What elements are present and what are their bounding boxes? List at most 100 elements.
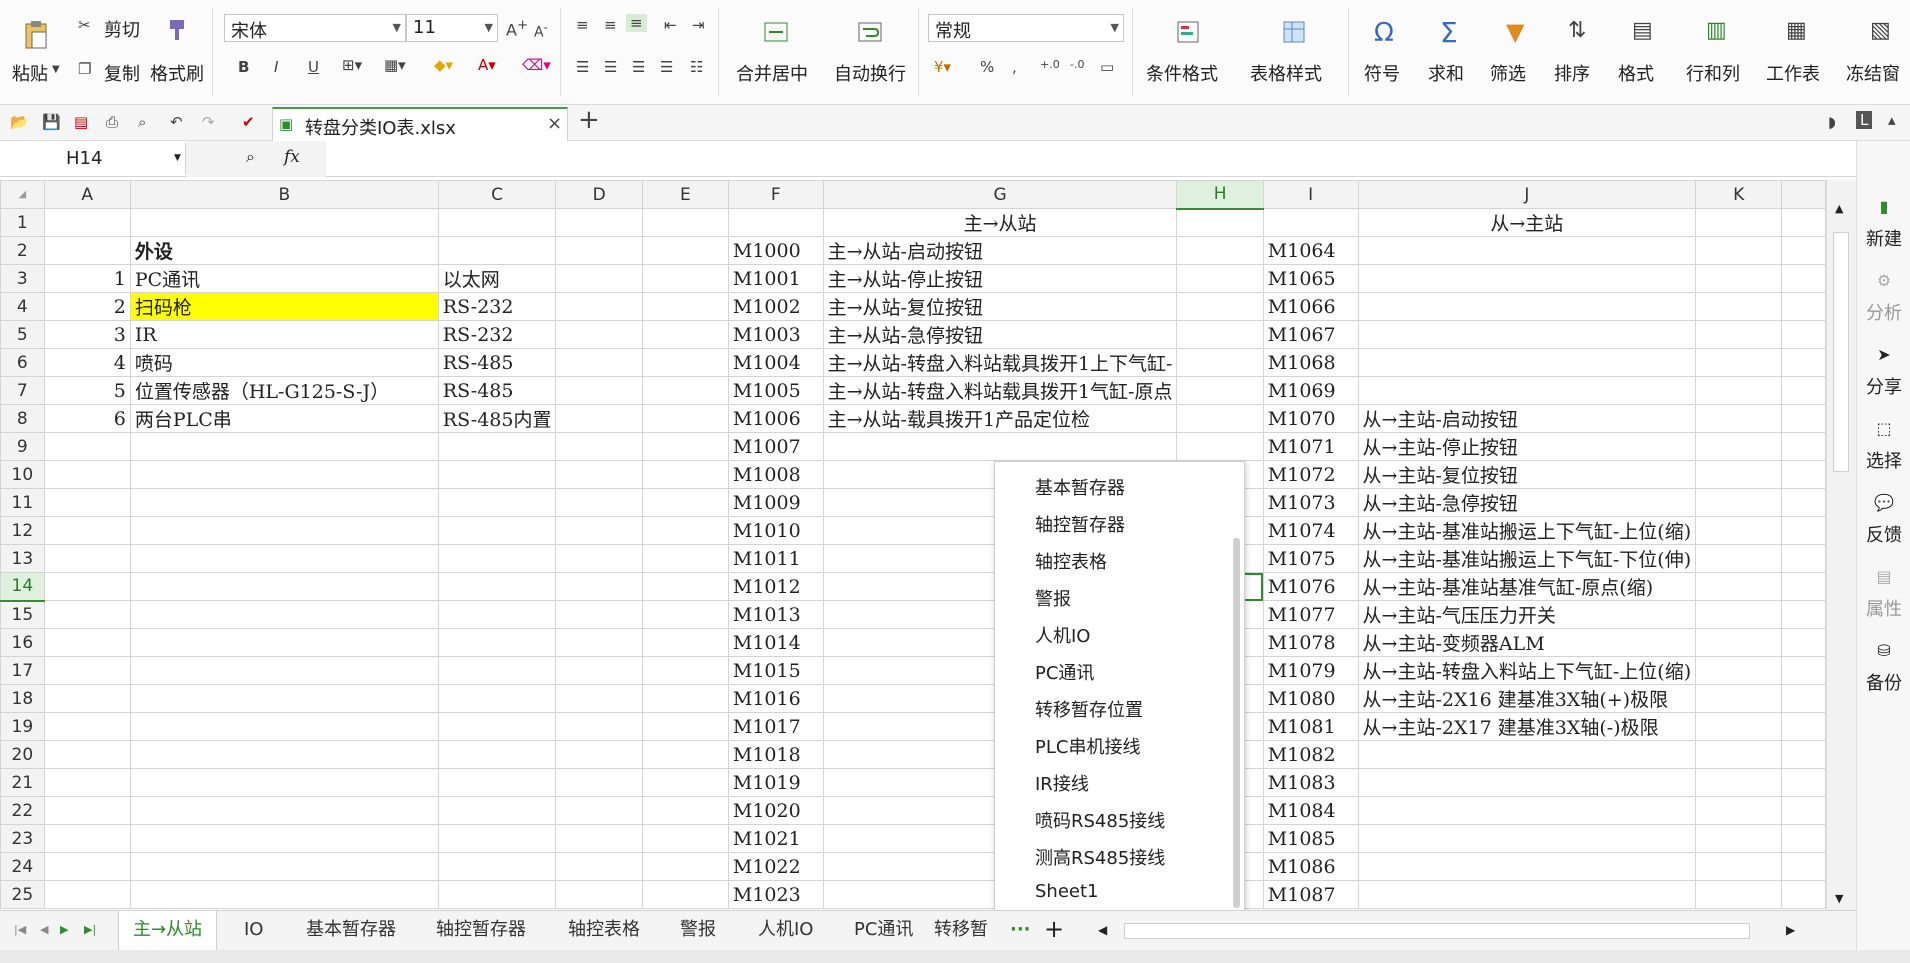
cell-i[interactable]: M1081 xyxy=(1262,712,1359,741)
hscroll-right-icon[interactable]: ▶ xyxy=(1786,923,1795,937)
conditional-format-button[interactable]: 条件格式 xyxy=(1146,60,1218,86)
column-header[interactable]: H xyxy=(1176,180,1264,210)
cell-d[interactable] xyxy=(555,460,643,489)
rows-cols-button[interactable]: 行和列 xyxy=(1686,60,1740,86)
cell-e[interactable] xyxy=(641,544,729,573)
cell-e[interactable] xyxy=(641,880,729,909)
select-icon[interactable]: ⬚ xyxy=(1857,419,1910,438)
cell-i[interactable]: M1077 xyxy=(1262,600,1359,629)
cell-i[interactable]: M1075 xyxy=(1262,544,1359,573)
freeze-button[interactable]: 冻结窗 xyxy=(1846,60,1900,86)
customize-icon[interactable]: ✔ xyxy=(242,113,255,131)
cell-c[interactable] xyxy=(437,712,557,741)
cell-e[interactable] xyxy=(641,376,729,405)
cell-i[interactable]: M1074 xyxy=(1262,516,1359,545)
cell-c[interactable] xyxy=(437,460,557,489)
feedback-label[interactable]: 反馈 xyxy=(1857,521,1910,547)
cell-i[interactable]: M1072 xyxy=(1262,460,1359,489)
cell-d[interactable] xyxy=(555,376,643,405)
cell-e[interactable] xyxy=(641,264,729,293)
row-header[interactable]: 2 xyxy=(0,236,45,265)
properties-label[interactable]: 属性 xyxy=(1857,595,1910,621)
cell-d[interactable] xyxy=(555,348,643,377)
vertical-scrollbar[interactable]: ▲ ▼ xyxy=(1826,180,1856,910)
column-header[interactable]: A xyxy=(43,180,131,209)
cell-j[interactable]: 从→主站-急停按钮 xyxy=(1357,488,1697,517)
cell-d[interactable] xyxy=(555,656,643,685)
cell-e[interactable] xyxy=(641,656,729,685)
cell-k[interactable] xyxy=(1695,488,1783,517)
horizontal-scroll-thumb[interactable] xyxy=(1124,923,1750,939)
number-convert-icon[interactable]: ▭ xyxy=(1100,58,1114,76)
increase-decimal-icon[interactable]: +.0 xyxy=(1040,58,1060,71)
cell-empty[interactable] xyxy=(1781,516,1826,545)
column-header[interactable]: J xyxy=(1357,180,1697,209)
cell-a[interactable] xyxy=(43,880,131,909)
row-header[interactable]: 14 xyxy=(0,572,45,602)
cell-k[interactable] xyxy=(1695,404,1783,433)
new-icon[interactable]: ▮ xyxy=(1857,197,1910,216)
cell-i[interactable]: M1086 xyxy=(1262,852,1359,881)
cell-c[interactable] xyxy=(437,572,557,601)
cell-f[interactable]: M1020 xyxy=(727,796,824,825)
cell-c[interactable]: RS-232 xyxy=(437,292,557,321)
cell-k[interactable] xyxy=(1695,852,1783,881)
cell-i[interactable]: M1064 xyxy=(1262,236,1359,265)
cell-c[interactable] xyxy=(437,488,557,517)
cell-style-icon[interactable]: ▦▾ xyxy=(384,56,406,74)
column-header[interactable]: I xyxy=(1262,180,1359,209)
cell-d[interactable] xyxy=(555,880,643,909)
cell-k[interactable] xyxy=(1695,768,1783,797)
sheet-menu-item[interactable]: Sheet1 xyxy=(1035,881,1099,902)
cut-button[interactable]: 剪切 xyxy=(104,16,140,42)
cell-h[interactable] xyxy=(1176,376,1264,405)
cell-empty[interactable] xyxy=(1781,264,1826,293)
cell-c[interactable] xyxy=(437,684,557,713)
cell-c[interactable]: RS-485内置 xyxy=(437,404,557,433)
account-icon[interactable]: L xyxy=(1856,111,1873,129)
cell-d[interactable] xyxy=(555,544,643,573)
cell-empty[interactable] xyxy=(1781,600,1826,629)
cell-a[interactable]: 6 xyxy=(43,404,131,433)
cell-e[interactable] xyxy=(641,460,729,489)
cell-d[interactable] xyxy=(555,236,643,265)
cell-i[interactable]: M1082 xyxy=(1262,740,1359,769)
align-bottom-icon[interactable]: ≡ xyxy=(626,14,647,32)
share-icon[interactable]: ➤ xyxy=(1857,345,1910,364)
cell-g[interactable]: 主→从站-转盘入料站载具拨开1气缸-原点 xyxy=(822,376,1178,405)
cell-empty[interactable] xyxy=(1781,208,1826,237)
cell-a[interactable] xyxy=(43,572,131,601)
table-style-icon[interactable] xyxy=(1282,20,1306,44)
cell-k[interactable] xyxy=(1695,796,1783,825)
cell-b[interactable] xyxy=(129,768,439,797)
merge-center-button[interactable]: 合并居中 xyxy=(736,60,808,86)
cell-f[interactable]: M1014 xyxy=(727,628,824,657)
tab-sheet[interactable]: 轴控表格 xyxy=(558,911,650,951)
cell-f[interactable]: M1016 xyxy=(727,684,824,713)
cell-c[interactable]: RS-232 xyxy=(437,320,557,349)
close-icon[interactable]: × xyxy=(547,113,562,134)
cell-d[interactable] xyxy=(555,432,643,461)
cell-f[interactable]: M1004 xyxy=(727,348,824,377)
align-center-icon[interactable]: ☰ xyxy=(604,58,617,76)
row-header[interactable]: 16 xyxy=(0,628,45,657)
cell-e[interactable] xyxy=(641,572,729,601)
cell-f[interactable]: M1009 xyxy=(727,488,824,517)
cell-c[interactable] xyxy=(437,768,557,797)
underline-icon[interactable]: U xyxy=(308,58,319,76)
cell-j[interactable]: 从→主站-转盘入料站上下气缸-上位(缩) xyxy=(1357,656,1697,685)
cell-empty[interactable] xyxy=(1781,320,1826,349)
font-name-select[interactable]: 宋体 ▼ xyxy=(224,14,406,42)
cell-i[interactable]: M1071 xyxy=(1262,432,1359,461)
column-header[interactable]: G xyxy=(822,180,1178,209)
cell-e[interactable] xyxy=(641,348,729,377)
cell-a[interactable] xyxy=(43,236,131,265)
column-header[interactable]: F xyxy=(727,180,824,209)
cell-i[interactable]: M1067 xyxy=(1262,320,1359,349)
column-header[interactable]: E xyxy=(641,180,729,209)
cell-h[interactable] xyxy=(1176,348,1264,377)
row-header[interactable]: 17 xyxy=(0,656,45,685)
cell-a[interactable] xyxy=(43,824,131,853)
cell-k[interactable] xyxy=(1695,292,1783,321)
sheet-menu-item[interactable]: 警报 xyxy=(1035,585,1071,611)
